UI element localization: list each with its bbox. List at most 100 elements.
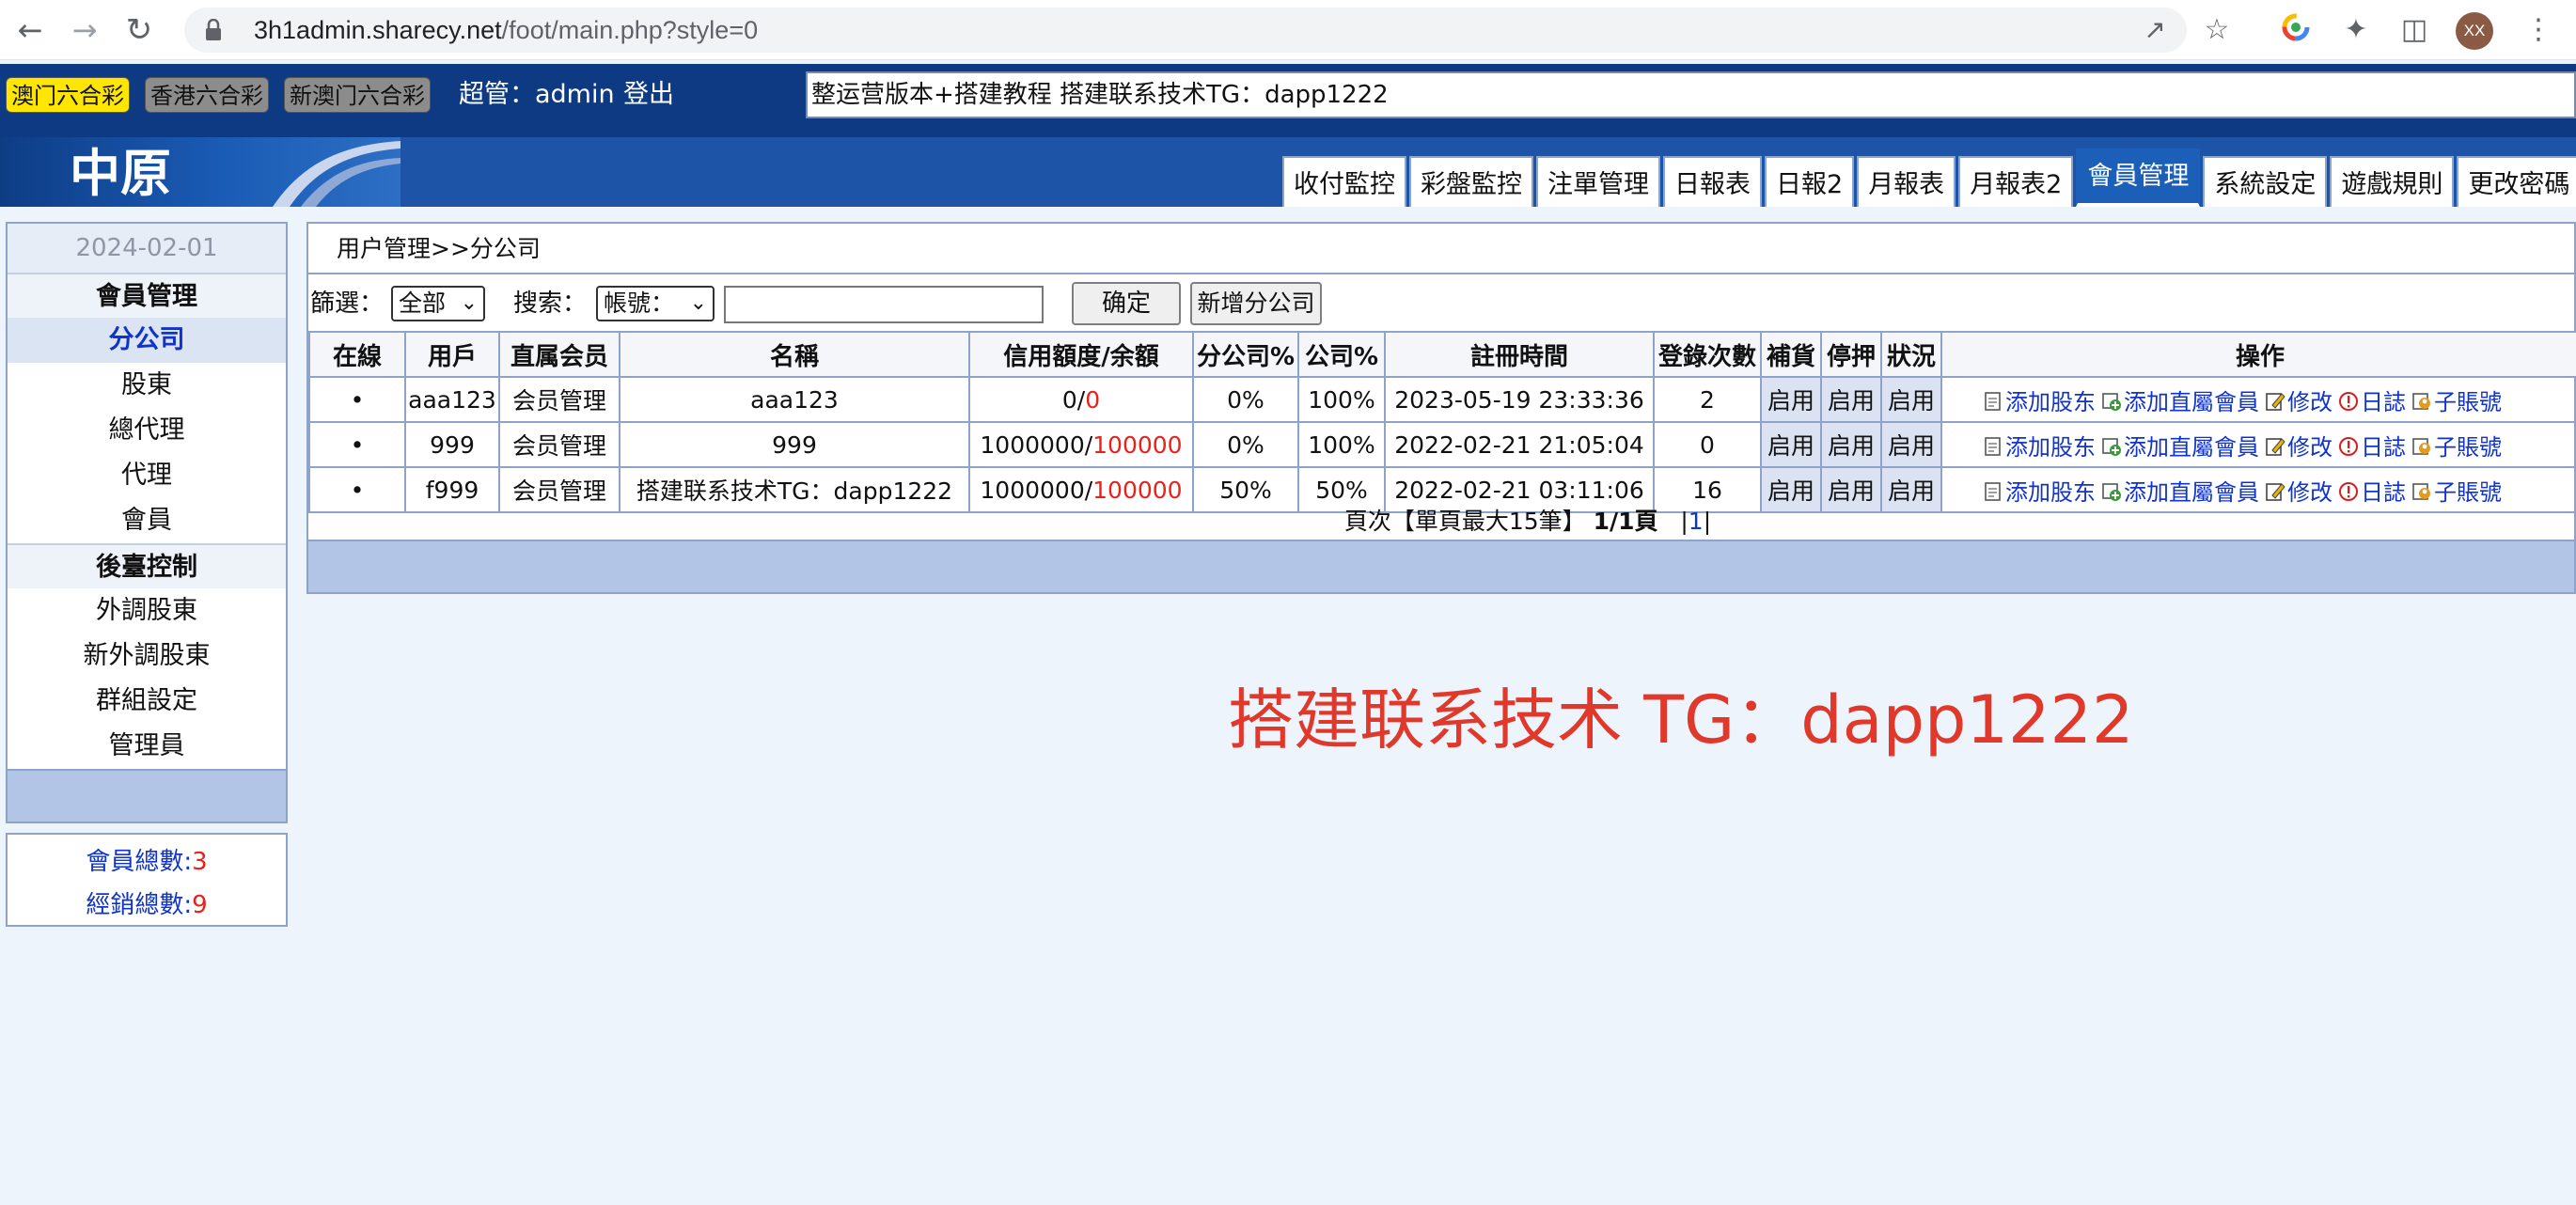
side-panel-icon[interactable]: ◫ — [2397, 13, 2431, 47]
add-shareholder-link[interactable]: 添加股东 — [1983, 389, 2096, 415]
registered-time-cell: 2022-02-21 21:05:04 — [1384, 421, 1655, 468]
status-toggle[interactable]: 启用 — [1880, 376, 1942, 423]
announcement-marquee: 整运营版本+搭建教程 搭建联系技术TG：dapp1222 — [806, 71, 2576, 118]
extension-colorful-icon[interactable] — [2279, 13, 2313, 47]
sidebar-item-administrators[interactable]: 管理員 — [8, 724, 286, 769]
member-management-link[interactable]: 会员管理 — [498, 376, 620, 423]
member-management-link[interactable]: 会员管理 — [498, 421, 620, 468]
credit-limit: 1000000/ — [980, 430, 1093, 459]
search-input[interactable] — [724, 286, 1044, 323]
add-shareholder-link[interactable]: 添加股东 — [1983, 434, 2096, 461]
sidebar-item-general-agent[interactable]: 總代理 — [8, 408, 286, 453]
login-count-cell: 2 — [1653, 376, 1762, 423]
log-link[interactable]: 日誌 — [2338, 434, 2406, 461]
sidebar-item-external-shareholder[interactable]: 外調股東 — [8, 588, 286, 634]
lotto-tab-hongkong[interactable]: 香港六合彩 — [145, 77, 269, 113]
restock-toggle[interactable]: 启用 — [1760, 376, 1822, 423]
branch-percent-cell: 0% — [1192, 421, 1299, 468]
action-label: 子賬號 — [2434, 433, 2502, 461]
action-label: 添加股东 — [2005, 388, 2096, 415]
sidebar-item-branch[interactable]: 分公司 — [8, 318, 286, 363]
action-label: 日誌 — [2361, 388, 2406, 415]
col-suspend: 停押 — [1820, 331, 1882, 378]
table-footer-bar — [308, 540, 2574, 592]
lotto-tab-macau[interactable]: 澳门六合彩 — [6, 77, 130, 113]
log-link[interactable]: 日誌 — [2338, 389, 2406, 415]
search-label: 搜索： — [513, 290, 588, 318]
tab-daily-report-2[interactable]: 日報2 — [1765, 156, 1855, 207]
tab-system-settings[interactable]: 系統設定 — [2203, 156, 2328, 207]
col-status: 狀況 — [1880, 331, 1942, 378]
address-bar[interactable]: 3h1admin.sharecy.net/foot/main.php?style… — [184, 8, 2187, 53]
back-icon[interactable]: ← — [11, 11, 49, 49]
action-label: 修改 — [2287, 388, 2333, 415]
search-field-select[interactable]: 帳號： ⌄ — [596, 286, 715, 321]
tab-change-password[interactable]: 更改密碼 — [2457, 156, 2576, 207]
filter-select-value: 全部 — [399, 290, 447, 317]
suspend-toggle[interactable]: 启用 — [1820, 376, 1882, 423]
user-link[interactable]: aaa123 — [404, 376, 500, 423]
action-label: 添加直屬會員 — [2124, 433, 2259, 461]
confirm-button[interactable]: 确定 — [1072, 282, 1181, 325]
sub-account-link[interactable]: 子賬號 — [2411, 434, 2502, 461]
tab-monthly-report[interactable]: 月報表 — [1857, 156, 1956, 207]
bookmark-star-icon[interactable]: ☆ — [2200, 13, 2234, 47]
sub-account-link[interactable]: 子賬號 — [2411, 389, 2502, 415]
share-icon[interactable]: ↗ — [2138, 13, 2172, 47]
tab-bet-management[interactable]: 注單管理 — [1536, 156, 1660, 207]
sidebar-footer-bar — [8, 769, 286, 822]
logo-text: 中原 — [70, 143, 171, 203]
filter-label: 篩選： — [310, 290, 385, 318]
pager-page-link[interactable]: 1 — [1689, 508, 1704, 535]
document-icon — [1985, 436, 2001, 456]
name-cell: aaa123 — [619, 376, 970, 423]
tab-monthly-report-2[interactable]: 月報表2 — [1958, 156, 2074, 207]
suspend-toggle[interactable]: 启用 — [1820, 421, 1882, 468]
action-label: 子賬號 — [2434, 388, 2502, 415]
filter-select[interactable]: 全部 ⌄ — [391, 286, 485, 321]
edit-link[interactable]: 修改 — [2265, 434, 2333, 461]
branch-percent-cell: 0% — [1192, 376, 1299, 423]
reload-icon[interactable]: ↻ — [120, 11, 158, 49]
restock-toggle[interactable]: 启用 — [1760, 421, 1822, 468]
sidebar-item-new-external-shareholder[interactable]: 新外調股東 — [8, 634, 286, 679]
tab-payment-monitor[interactable]: 收付監控 — [1282, 156, 1406, 207]
status-toggle[interactable]: 启用 — [1880, 421, 1942, 468]
sidebar-item-group-settings[interactable]: 群組設定 — [8, 679, 286, 724]
add-branch-button[interactable]: 新增分公司 — [1190, 282, 1322, 325]
header-band: 中原 收付監控 彩盤監控 注單管理 日報表 日報2 月報表 月報表2 會員管理 … — [0, 137, 2576, 207]
table-header-row: 在線 用戶 直属会员 名稱 信用額度/余額 分公司% 公司% 註冊時間 登錄次數… — [308, 331, 2576, 378]
url-host: 3h1admin.sharecy.net — [254, 16, 502, 44]
col-actions: 操作 — [1940, 331, 2576, 378]
user-link[interactable]: 999 — [404, 421, 500, 468]
sidebar-item-member[interactable]: 會員 — [8, 498, 286, 543]
tab-daily-report[interactable]: 日報表 — [1663, 156, 1762, 207]
app-topbar: 澳门六合彩 香港六合彩 新澳门六合彩 超管：admin 登出 整运营版本+搭建教… — [0, 64, 2576, 137]
pager-prefix: 頁次【單頁最大15筆】 — [1343, 508, 1586, 535]
add-direct-member-link[interactable]: 添加直屬會員 — [2101, 389, 2259, 415]
document-icon — [1985, 391, 2001, 411]
lotto-tab-new-macau[interactable]: 新澳门六合彩 — [284, 77, 431, 113]
warning-icon — [2339, 436, 2358, 456]
add-direct-member-link[interactable]: 添加直屬會員 — [2101, 434, 2259, 461]
pagination: 頁次【單頁最大15筆】 1/1頁 |1| — [1343, 508, 1712, 535]
table-row: • 999 会员管理 999 1000000/100000 0% 100% 2022-02-2… — [308, 421, 2576, 468]
dealer-count-label: 經銷總數: — [86, 891, 193, 919]
col-user: 用戶 — [404, 331, 500, 378]
forward-icon[interactable]: → — [66, 11, 103, 49]
action-label: 修改 — [2287, 433, 2333, 461]
credit-cell: 0/0 — [968, 376, 1194, 423]
sidebar-item-shareholder[interactable]: 股東 — [8, 363, 286, 408]
tab-odds-monitor[interactable]: 彩盤監控 — [1409, 156, 1533, 207]
sidebar-stats: 會員總數:3 經銷總數:9 — [6, 833, 288, 927]
sidebar-item-agent[interactable]: 代理 — [8, 453, 286, 498]
tab-game-rules[interactable]: 遊戲規則 — [2330, 156, 2455, 207]
edit-link[interactable]: 修改 — [2265, 389, 2333, 415]
extensions-puzzle-icon[interactable]: ✦ — [2339, 13, 2373, 47]
col-registered-time: 註冊時間 — [1384, 331, 1655, 378]
logout-link[interactable]: 登出 — [623, 77, 674, 113]
menu-dots-icon[interactable]: ⋮ — [2521, 13, 2555, 47]
browser-toolbar: ← → ↻ 3h1admin.sharecy.net/foot/main.php… — [0, 0, 2576, 60]
profile-avatar[interactable]: XX — [2456, 12, 2493, 50]
tab-member-management[interactable]: 會員管理 — [2076, 149, 2201, 207]
